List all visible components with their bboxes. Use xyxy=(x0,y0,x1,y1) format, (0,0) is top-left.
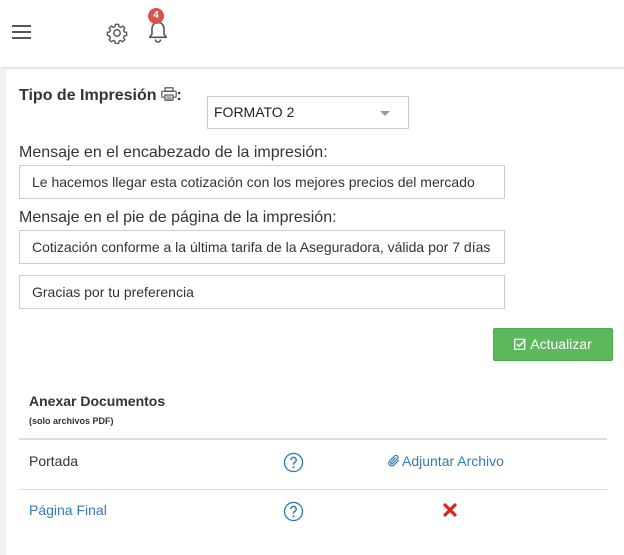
checkbox-icon xyxy=(514,338,527,350)
sidebar-edge xyxy=(0,69,6,555)
row-divider xyxy=(19,489,607,490)
table-header-divider xyxy=(19,438,607,440)
paperclip-icon xyxy=(388,454,400,467)
help-icon[interactable] xyxy=(283,452,304,473)
attach-file-link[interactable]: Adjuntar Archivo xyxy=(387,453,504,469)
footer-message-label: Mensaje en el pie de página de la impres… xyxy=(19,209,337,226)
header-message-input[interactable]: Le hacemos llegar esta cotización con lo… xyxy=(19,165,505,199)
help-icon[interactable] xyxy=(283,501,304,522)
remove-icon[interactable] xyxy=(443,503,457,517)
gear-icon[interactable] xyxy=(106,22,128,44)
menu-icon[interactable] xyxy=(12,24,32,40)
annex-row-cover-label: Portada xyxy=(29,453,79,469)
printer-icon xyxy=(160,87,177,101)
update-button[interactable]: Actualizar xyxy=(493,328,613,361)
print-format-value: FORMATO 2 xyxy=(214,104,295,120)
attach-file-label: Adjuntar Archivo xyxy=(402,453,504,469)
annex-subtitle: (solo archivos PDF) xyxy=(29,416,114,426)
footer-message-input-1[interactable]: Cotización conforme a la última tarifa d… xyxy=(19,230,505,264)
update-button-label: Actualizar xyxy=(530,336,592,352)
footer-message-input-2[interactable]: Gracias por tu preferencia xyxy=(19,275,505,309)
print-type-colon: : xyxy=(176,87,182,104)
annex-row-final-page-link[interactable]: Página Final xyxy=(29,502,107,518)
chevron-down-icon xyxy=(380,111,390,116)
print-type-text: Tipo de Impresión xyxy=(19,87,157,104)
header-message-label: Mensaje en el encabezado de la impresión… xyxy=(19,144,328,161)
notification-badge[interactable]: 4 xyxy=(148,8,164,24)
top-navbar: 4 xyxy=(0,0,624,68)
print-type-label: Tipo de Impresión : xyxy=(19,87,182,105)
annex-title: Anexar Documentos xyxy=(29,393,166,409)
print-format-select[interactable]: FORMATO 2 xyxy=(207,96,409,129)
